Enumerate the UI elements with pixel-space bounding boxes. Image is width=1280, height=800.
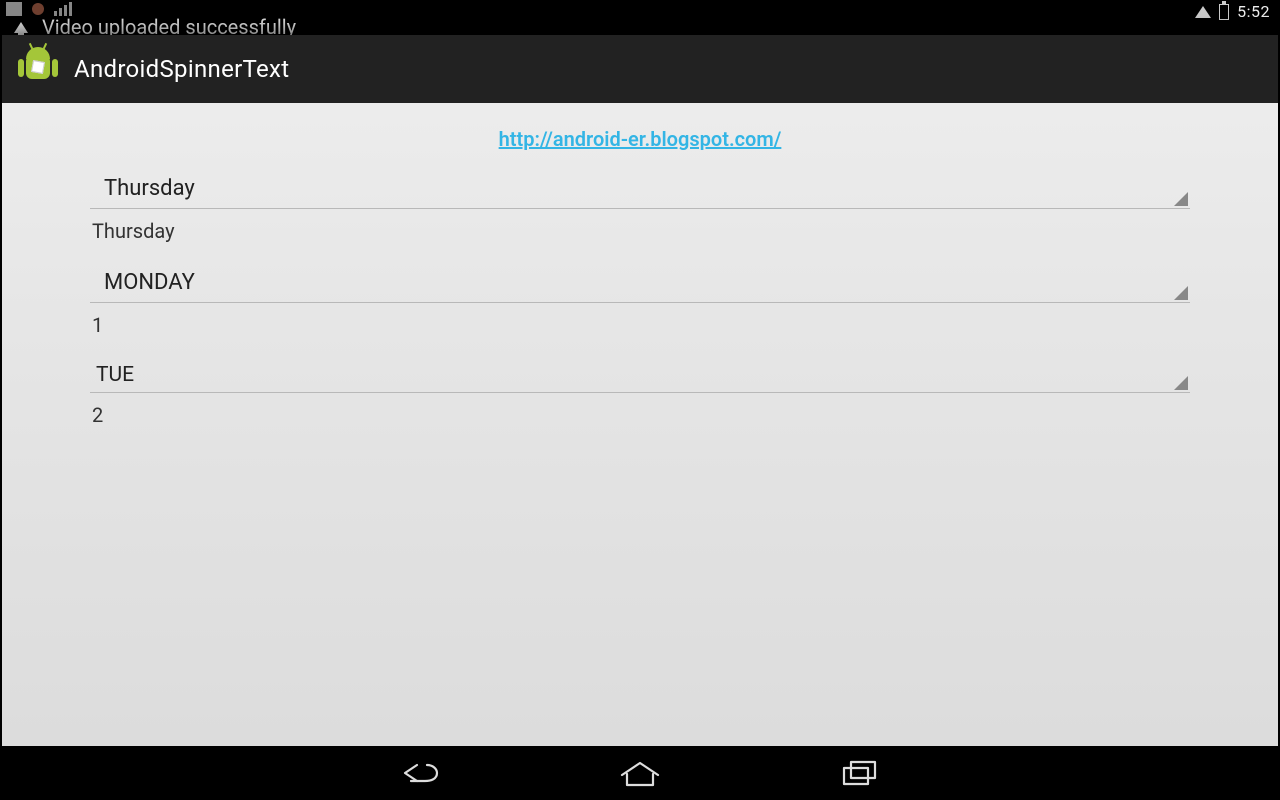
content-area: http://android-er.blogspot.com/ Thursday… [2, 103, 1278, 746]
system-navbar [0, 746, 1280, 800]
dropdown-triangle-icon [1174, 286, 1188, 300]
dropdown-triangle-icon [1174, 376, 1188, 390]
blog-link[interactable]: http://android-er.blogspot.com/ [499, 127, 782, 151]
upload-icon [14, 22, 28, 33]
result-text-1: Thursday [90, 209, 1190, 263]
app-icon [18, 45, 58, 93]
spinner-day-normal[interactable]: Thursday [90, 169, 1190, 209]
result-text-2: 1 [90, 303, 1190, 357]
dropdown-triangle-icon [1174, 192, 1188, 206]
app-window: AndroidSpinnerText http://android-er.blo… [2, 35, 1278, 746]
spinner-selected-text: Thursday [104, 176, 195, 201]
recents-button[interactable] [830, 755, 890, 791]
spinner-day-upper[interactable]: MONDAY [90, 263, 1190, 303]
spinner-selected-text: TUE [96, 363, 134, 387]
spinner-day-short[interactable]: TUE [90, 357, 1190, 393]
back-button[interactable] [390, 755, 450, 791]
home-button[interactable] [610, 755, 670, 791]
spinner-selected-text: MONDAY [104, 270, 195, 295]
result-text-3: 2 [90, 393, 1190, 447]
action-bar: AndroidSpinnerText [2, 35, 1278, 103]
app-title: AndroidSpinnerText [74, 55, 289, 83]
